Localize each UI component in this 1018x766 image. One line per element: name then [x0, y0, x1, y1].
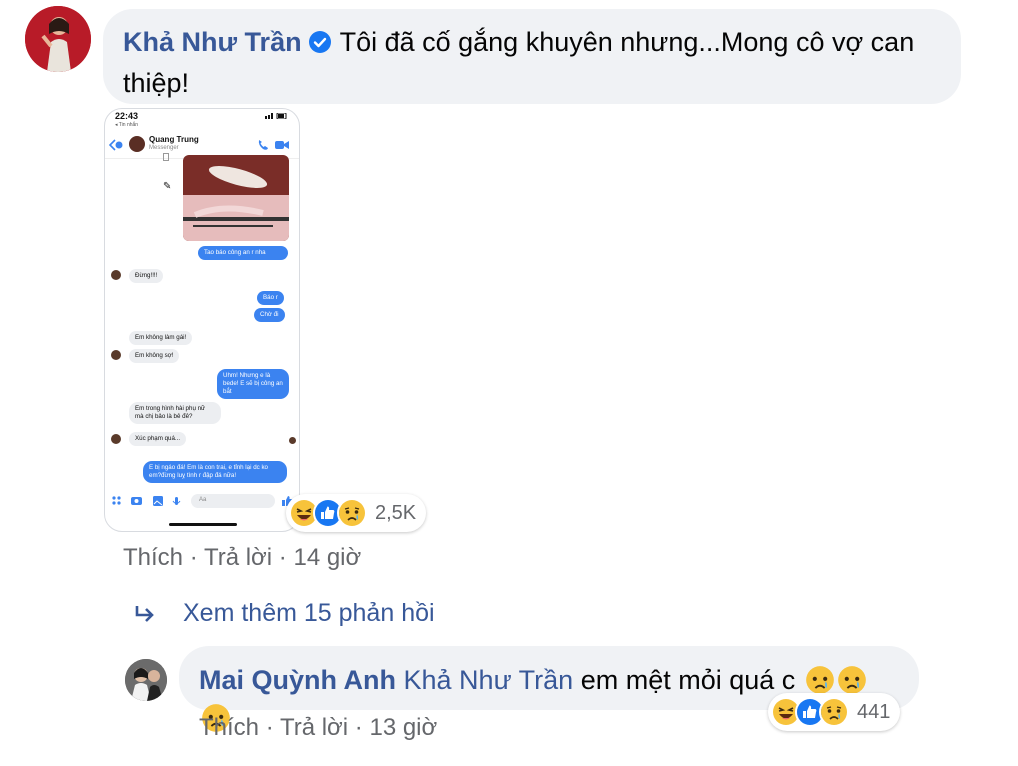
reply-actions: Thích · Trả lời · 13 giờ [199, 714, 437, 742]
pencil-icon: ✎ [163, 181, 172, 192]
reaction-count: 2,5K [375, 501, 417, 524]
reply-link[interactable]: Trả lời [280, 714, 348, 741]
separator: · [265, 714, 274, 741]
comment-actions: Thích · Trả lời · 14 giờ [123, 544, 361, 572]
reply-text: em mệt mỏi quá c [580, 665, 796, 695]
composer-tool-icons [112, 496, 181, 506]
separator: · [189, 544, 198, 571]
phone-time: 22:43 [115, 111, 139, 121]
contact-mini-avatar [111, 350, 121, 360]
comment-author[interactable]: Khả Như Trần [123, 27, 302, 57]
like-link[interactable]: Thích [199, 714, 259, 741]
separator: · [278, 544, 287, 571]
sad-icon [337, 498, 367, 528]
shared-item-icon [163, 153, 169, 161]
seen-avatar [289, 437, 296, 444]
message-bubble: Báo r [257, 291, 284, 305]
message-bubble: Tao báo công an r nha [198, 246, 288, 260]
message-bubble: Uhm! Nhưng e là bede! E sẽ bị công an bắ… [217, 369, 289, 399]
reaction-summary[interactable]: 2,5K [286, 494, 427, 532]
comment-timestamp[interactable]: 14 giờ [293, 544, 361, 571]
reply-arrow-icon [133, 602, 157, 626]
contact-mini-avatar [111, 270, 121, 280]
phone-status-icons [265, 113, 287, 119]
attached-screenshot[interactable]: 22:43 ◂ Tin nhắn Quang Trung Messenger ✎… [104, 108, 300, 532]
message-bubble: Em không làm gái! [129, 331, 193, 345]
contact-subtitle: Messenger [149, 145, 179, 151]
sad-tear-emoji-icon [805, 665, 835, 695]
message-bubble: Xúc phạm quá... [129, 432, 187, 446]
contact-name: Quang Trung [149, 135, 199, 144]
separator: · [354, 714, 363, 741]
reply-link[interactable]: Trả lời [204, 544, 272, 571]
mention-link[interactable]: Khả Như Trần [404, 665, 574, 695]
commenter-avatar[interactable] [25, 6, 91, 72]
sad-tear-emoji-icon [837, 665, 867, 695]
view-more-replies[interactable]: Xem thêm 15 phản hồi [133, 599, 435, 628]
like-link[interactable]: Thích [123, 544, 183, 571]
reply-author-avatar[interactable] [125, 659, 167, 701]
reply-timestamp[interactable]: 13 giờ [369, 714, 437, 741]
reply-author[interactable]: Mai Quỳnh Anh [199, 665, 396, 695]
view-more-label: Xem thêm 15 phản hồi [183, 599, 435, 627]
message-input: Aa [191, 494, 275, 508]
phone-call-icon [258, 140, 268, 150]
contact-avatar [129, 136, 145, 152]
message-bubble: Đừng!!!! [129, 269, 164, 283]
phone-back-label: ◂ Tin nhắn [115, 122, 139, 128]
message-bubble: E bị ngáo đá! Em là con trai, e tỉnh lại… [143, 461, 287, 483]
comment-bubble: Khả Như Trần Tôi đã cố gắng khuyên nhưng.… [103, 9, 961, 104]
video-call-icon [275, 141, 289, 149]
reply-reaction-summary[interactable]: 441 [768, 693, 901, 731]
message-bubble: Chờ đi [254, 308, 285, 322]
shared-photo [183, 155, 289, 241]
sad-icon [819, 697, 849, 727]
message-bubble: Em trong hình hài phụ nữ mà chị bảo là b… [129, 402, 221, 424]
verified-badge-icon [308, 26, 332, 64]
back-chevron-icon [109, 139, 123, 151]
message-bubble: Em không sợ! [129, 349, 180, 363]
reply-reaction-count: 441 [857, 700, 891, 723]
home-indicator [169, 523, 237, 526]
contact-mini-avatar [111, 434, 121, 444]
